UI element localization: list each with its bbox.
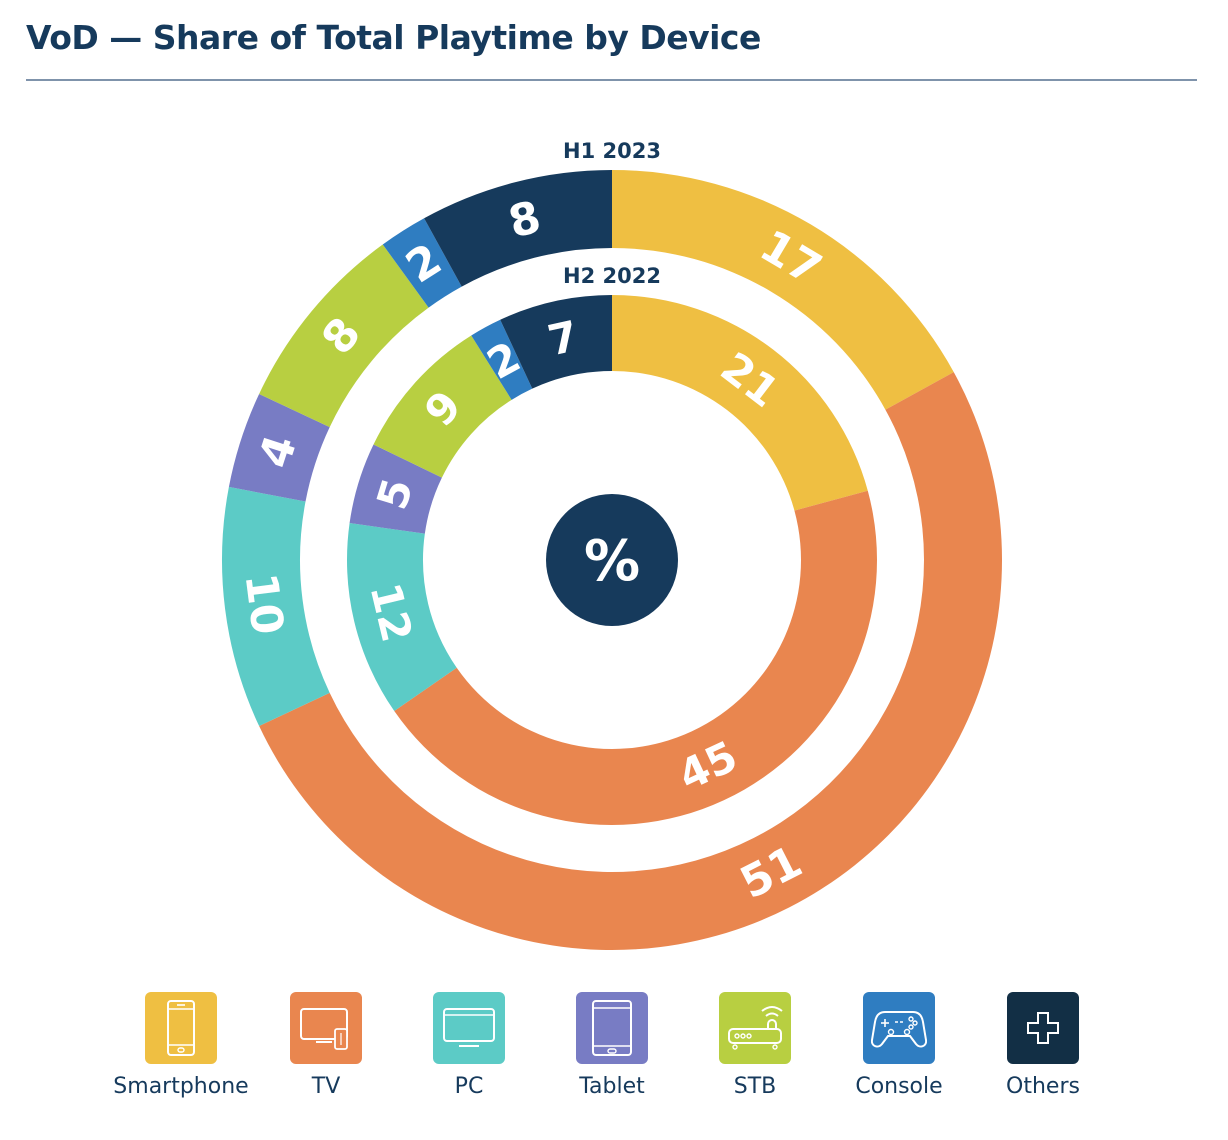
legend-label: TV	[311, 1074, 341, 1099]
legend-label: Others	[1006, 1074, 1080, 1099]
pc-monitor-icon	[433, 992, 505, 1064]
nested-donut-chart: 1751104828214512592 7 H1 2023 H2 2022 %	[222, 139, 1003, 951]
legend-item-stb: STB	[675, 992, 835, 1099]
legend-item-pc: PC	[389, 992, 549, 1099]
center-percent-symbol: %	[584, 529, 640, 594]
gamepad-icon	[863, 992, 935, 1064]
legend-label: Smartphone	[113, 1074, 249, 1099]
ring-title-inner: H2 2022	[563, 264, 661, 288]
tablet-icon	[576, 992, 648, 1064]
legend-item-console: Console	[819, 992, 979, 1099]
legend-label: Tablet	[579, 1074, 645, 1099]
legend-label: Console	[855, 1074, 943, 1099]
smartphone-icon	[145, 992, 217, 1064]
legend-item-tv: TV	[246, 992, 406, 1099]
legend: Smartphone TV PC Tablet STB Console Othe…	[0, 992, 1228, 1112]
legend-label: STB	[733, 1074, 777, 1099]
legend-label: PC	[454, 1074, 484, 1099]
outer-ring-label-pc: 10	[235, 570, 293, 637]
plus-icon	[1007, 992, 1079, 1064]
legend-item-others: Others	[963, 992, 1123, 1099]
ring-title-outer: H1 2023	[563, 139, 661, 163]
set-top-box-icon	[719, 992, 791, 1064]
legend-item-smartphone: Smartphone	[101, 992, 261, 1099]
legend-item-tablet: Tablet	[532, 992, 692, 1099]
tv-icon	[290, 992, 362, 1064]
